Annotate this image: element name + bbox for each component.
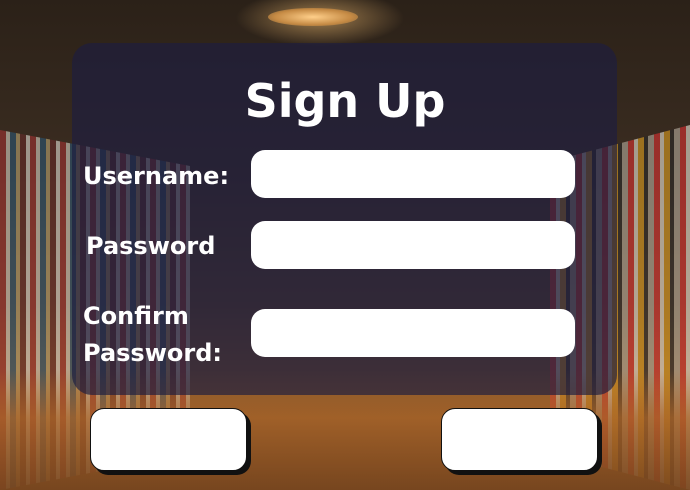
ceiling-light	[268, 8, 358, 26]
left-action-button[interactable]	[90, 408, 247, 471]
page-title: Sign Up	[244, 74, 446, 128]
right-action-button[interactable]	[441, 408, 598, 471]
password-field[interactable]	[251, 221, 575, 269]
password-label: Password	[86, 232, 216, 260]
username-field[interactable]	[251, 150, 575, 198]
confirm-password-field[interactable]	[251, 309, 575, 357]
username-label: Username:	[83, 162, 230, 190]
confirm-label-line2: Password:	[83, 339, 222, 367]
confirm-password-label: Confirm Password:	[83, 298, 222, 372]
confirm-label-line1: Confirm	[83, 302, 189, 330]
